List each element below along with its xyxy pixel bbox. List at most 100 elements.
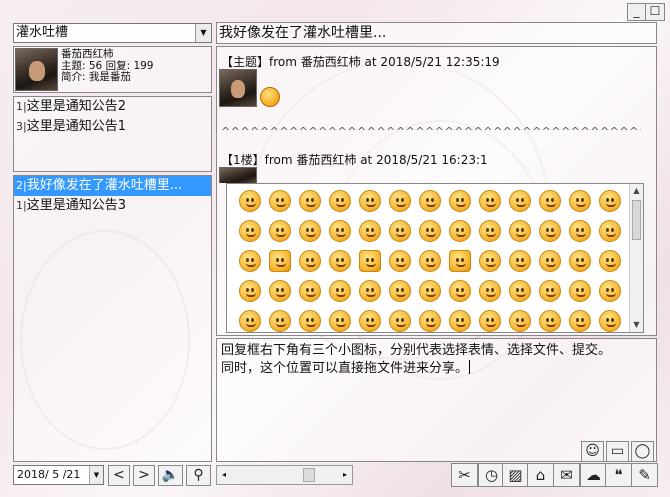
thread-list[interactable]: 2|我好像发在了灌水吐槽里... 1|这里是通知公告3	[13, 175, 212, 462]
emoji-option-icon[interactable]	[355, 246, 385, 276]
emoji-option-icon[interactable]	[475, 246, 505, 276]
chat-icon[interactable]: ❝	[605, 463, 632, 487]
scroll-up-icon[interactable]: ▲	[630, 184, 643, 198]
emoji-option-icon[interactable]	[505, 246, 535, 276]
emoji-option-icon[interactable]	[295, 306, 325, 336]
scroll-thumb[interactable]	[632, 200, 641, 240]
list-item[interactable]: 3|这里是通知公告1	[14, 117, 211, 137]
emoji-option-icon[interactable]	[385, 186, 415, 216]
mail-icon[interactable]: ✉	[553, 463, 580, 487]
emoji-option-icon[interactable]	[415, 306, 445, 336]
emoji-option-icon[interactable]	[415, 186, 445, 216]
emoji-option-icon[interactable]	[295, 186, 325, 216]
comment-icon[interactable]: ◯	[631, 441, 654, 462]
emoji-option-icon[interactable]	[505, 186, 535, 216]
emoji-option-icon[interactable]	[565, 186, 595, 216]
image-icon[interactable]: ▨	[502, 463, 529, 487]
scroll-thumb[interactable]	[303, 468, 315, 482]
emoji-option-icon[interactable]	[565, 276, 595, 306]
emoji-option-icon[interactable]	[355, 186, 385, 216]
emoji-option-icon[interactable]	[385, 276, 415, 306]
emoji-option-icon[interactable]	[265, 216, 295, 246]
horizontal-scrollbar[interactable]: ◂ ▸	[216, 465, 353, 485]
emoji-option-icon[interactable]	[505, 276, 535, 306]
emoji-option-icon[interactable]	[535, 216, 565, 246]
emoji-option-icon[interactable]	[595, 276, 625, 306]
emoji-scrollbar[interactable]: ▲ ▼	[629, 184, 643, 332]
scroll-right-icon[interactable]: ▸	[338, 466, 352, 484]
emoji-option-icon[interactable]	[505, 306, 535, 336]
emoji-option-icon[interactable]	[235, 246, 265, 276]
emoji-option-icon[interactable]	[355, 306, 385, 336]
emoji-option-icon[interactable]	[265, 246, 295, 276]
emoji-option-icon[interactable]	[295, 246, 325, 276]
emoji-option-icon[interactable]	[385, 216, 415, 246]
home-icon[interactable]: ⌂	[527, 463, 554, 487]
emoji-option-icon[interactable]	[595, 246, 625, 276]
chevron-down-icon[interactable]: ▼	[89, 466, 103, 484]
folder-icon[interactable]: ▭	[606, 441, 629, 462]
notice-list[interactable]: 1|这里是通知公告2 3|这里是通知公告1	[13, 96, 212, 172]
prev-button[interactable]: <	[108, 465, 130, 486]
emoji-option-icon[interactable]	[325, 306, 355, 336]
emoji-option-icon[interactable]	[385, 306, 415, 336]
emoji-option-icon[interactable]	[565, 306, 595, 336]
emoji-option-icon[interactable]	[235, 216, 265, 246]
next-button[interactable]: >	[133, 465, 155, 486]
emoji-option-icon[interactable]	[325, 246, 355, 276]
emoji-option-icon[interactable]	[325, 276, 355, 306]
emoji-picker[interactable]: ▲ ▼	[226, 183, 644, 333]
emoji-option-icon[interactable]	[295, 276, 325, 306]
list-item[interactable]: 2|我好像发在了灌水吐槽里...	[14, 176, 211, 196]
close-button[interactable]: ☐	[646, 4, 664, 20]
emoji-option-icon[interactable]	[325, 186, 355, 216]
clock-icon[interactable]: ◷	[478, 463, 505, 487]
emoji-option-icon[interactable]	[595, 306, 625, 336]
emoji-option-icon[interactable]	[475, 276, 505, 306]
list-item[interactable]: 1|这里是通知公告2	[14, 97, 211, 117]
emoji-option-icon[interactable]	[265, 186, 295, 216]
emoji-option-icon[interactable]	[475, 306, 505, 336]
emoji-option-icon[interactable]	[595, 216, 625, 246]
emoji-option-icon[interactable]	[445, 306, 475, 336]
emoji-option-icon[interactable]	[415, 216, 445, 246]
emoji-option-icon[interactable]	[445, 246, 475, 276]
emoji-option-icon[interactable]	[505, 216, 535, 246]
list-item[interactable]: 1|这里是通知公告3	[14, 196, 211, 216]
microphone-icon[interactable]: ⚲	[186, 465, 211, 486]
scroll-left-icon[interactable]: ◂	[217, 466, 231, 484]
emoji-option-icon[interactable]	[235, 276, 265, 306]
emoji-option-icon[interactable]	[295, 216, 325, 246]
emoji-option-icon[interactable]	[475, 186, 505, 216]
emoji-option-icon[interactable]	[355, 216, 385, 246]
avatar[interactable]	[15, 48, 58, 91]
chevron-down-icon[interactable]: ▼	[195, 24, 211, 42]
emoji-option-icon[interactable]	[265, 306, 295, 336]
minimize-button[interactable]: _	[628, 4, 646, 20]
emoji-option-icon[interactable]	[535, 246, 565, 276]
emoji-option-icon[interactable]	[325, 216, 355, 246]
date-picker[interactable]: 2018/ 5 /21 ▼	[13, 465, 104, 485]
emoji-option-icon[interactable]	[415, 246, 445, 276]
emoji-option-icon[interactable]	[385, 246, 415, 276]
emoji-option-icon[interactable]	[565, 246, 595, 276]
emoji-option-icon[interactable]	[445, 276, 475, 306]
speaker-icon[interactable]: 🔈	[158, 465, 183, 486]
emoji-option-icon[interactable]	[445, 186, 475, 216]
emoji-option-icon[interactable]	[535, 276, 565, 306]
emoji-option-icon[interactable]	[235, 306, 265, 336]
emoji-option-icon[interactable]	[355, 276, 385, 306]
emoji-option-icon[interactable]	[595, 186, 625, 216]
emoji-option-icon[interactable]	[475, 216, 505, 246]
edit-icon[interactable]: ✎	[631, 463, 658, 487]
emoji-option-icon[interactable]	[265, 276, 295, 306]
board-select[interactable]: 灌水吐槽 ▼	[13, 23, 212, 43]
cloud-upload-icon[interactable]: ☁	[580, 463, 607, 487]
emoji-option-icon[interactable]	[565, 216, 595, 246]
emoji-option-icon[interactable]	[235, 186, 265, 216]
scroll-down-icon[interactable]: ▼	[630, 318, 643, 332]
emoji-icon[interactable]: ☺	[581, 441, 604, 462]
scissors-icon[interactable]: ✂	[451, 463, 478, 487]
emoji-option-icon[interactable]	[445, 216, 475, 246]
emoji-option-icon[interactable]	[535, 186, 565, 216]
